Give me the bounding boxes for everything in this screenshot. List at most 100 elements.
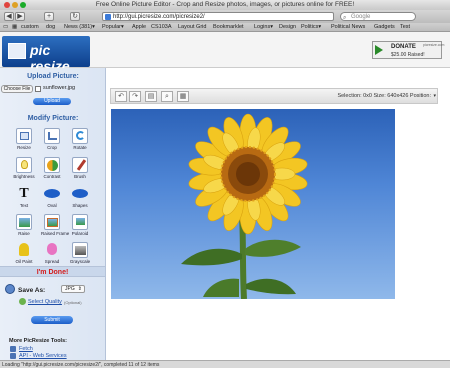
donate-widget[interactable]: DONATE picresize.com $25.00 Raised!: [372, 41, 445, 59]
bookmark-apple[interactable]: Apple: [132, 23, 146, 32]
zoom-icon[interactable]: ⌕: [161, 91, 173, 102]
format-select[interactable]: JPG ⇕: [61, 285, 85, 293]
selection-info: Selection: 0x0 Size: 640x426 Position:: [337, 93, 431, 99]
tool-contrast[interactable]: Contrast: [41, 157, 63, 183]
window-title: Free Online Picture Editor - Crop and Re…: [95, 1, 355, 8]
tools-sidebar: Upload Picture: Choose File sunflower.jp…: [0, 68, 106, 360]
close-window-button[interactable]: [4, 2, 10, 8]
tool-text[interactable]: T Text: [13, 186, 35, 212]
spread-icon: [44, 242, 60, 258]
tool-rotate[interactable]: Rotate: [69, 128, 91, 154]
forward-button[interactable]: ▶: [15, 12, 25, 21]
tool-brightness[interactable]: Brightness: [13, 157, 35, 183]
brush-icon: [72, 157, 88, 173]
contrast-icon: [44, 157, 60, 173]
oil-paint-icon: [16, 242, 32, 258]
bookmark-news[interactable]: News (381)▾: [64, 23, 95, 32]
image-toolbar: ↶ ↷ ▤ ⌕ ▦ Selection: 0x0 Size: 640x426 P…: [110, 88, 438, 104]
bookmark-bookmarklet[interactable]: Bookmarklet: [213, 23, 244, 32]
upload-button[interactable]: Upload: [33, 98, 71, 105]
donate-badge: picresize.com: [423, 43, 445, 47]
window-title-bar: Free Online Picture Editor - Crop and Re…: [0, 0, 450, 10]
api-icon: [10, 353, 16, 359]
fetch-link[interactable]: Fetch: [19, 346, 33, 352]
tool-shapes[interactable]: Shapes: [69, 186, 91, 212]
bookmark-political-news[interactable]: Political News: [331, 23, 365, 32]
search-input[interactable]: ⌕ Google: [340, 12, 416, 21]
bookmark-custom[interactable]: custom: [21, 23, 39, 32]
tool-grayscale[interactable]: Grayscale: [69, 242, 91, 268]
sunflower-photo[interactable]: [111, 109, 395, 299]
bookmark-layout-grid[interactable]: Layout Grid: [178, 23, 206, 32]
logo-picture-icon: [8, 43, 26, 59]
crop-icon: [44, 128, 60, 144]
select-quality-link[interactable]: Select Quality: [28, 299, 62, 305]
quality-icon: [19, 298, 26, 305]
minimize-window-button[interactable]: [12, 2, 18, 8]
raised-frame-icon: [44, 214, 60, 230]
save-as-label: Save As:: [18, 287, 46, 294]
grayscale-icon: [72, 242, 88, 258]
fetch-icon: [10, 346, 16, 352]
tool-resize[interactable]: Resize: [13, 128, 35, 154]
magnifier-icon: ⌕: [343, 15, 347, 21]
polaroid-icon: [72, 214, 88, 230]
bookmark-popular[interactable]: Popular▾: [102, 23, 124, 32]
oval-icon: [44, 186, 60, 202]
reload-button[interactable]: ↻: [70, 12, 80, 21]
done-title: I'm Done!: [0, 266, 105, 277]
redo-icon[interactable]: ↷: [129, 91, 141, 102]
optional-note: (Optional): [64, 300, 82, 305]
bookmark-cs103a[interactable]: CS103A: [151, 23, 172, 32]
picresize-logo[interactable]: pic resize: [2, 36, 90, 74]
bookmarks-grid-icon[interactable]: ▦: [12, 23, 17, 32]
raise-icon: [16, 214, 32, 230]
choose-file-button[interactable]: Choose File: [1, 85, 33, 93]
file-icon: [35, 86, 41, 92]
reading-list-icon[interactable]: ▭: [3, 23, 8, 32]
tool-polaroid[interactable]: Polaroid: [69, 214, 91, 240]
tool-spread[interactable]: Spread: [41, 242, 63, 268]
tool-raise[interactable]: Raise: [13, 214, 35, 240]
bookmark-test[interactable]: Test: [400, 23, 410, 32]
select-arrows-icon: ⇕: [77, 286, 82, 292]
bookmark-dog[interactable]: dog: [46, 23, 55, 32]
save-icon: [5, 284, 15, 294]
print-icon[interactable]: ▤: [145, 91, 157, 102]
color-picker-icon[interactable]: ▦: [177, 91, 189, 102]
url-field[interactable]: http://gui.picresize.com/picresize2/: [102, 12, 334, 21]
rotate-icon: [72, 128, 88, 144]
status-text: Loading "http://gui.picresize.com/picres…: [2, 362, 160, 368]
site-favicon-icon: [105, 14, 111, 20]
bookmark-logins[interactable]: Logins▾: [254, 23, 273, 32]
tool-raised-frame[interactable]: Raised Frame: [41, 214, 69, 240]
brightness-icon: [16, 157, 32, 173]
bookmark-gadgets[interactable]: Gadgets: [374, 23, 395, 32]
tool-oil-paint[interactable]: Oil Paint: [13, 242, 35, 268]
add-bookmark-button[interactable]: +: [44, 12, 54, 21]
tool-brush[interactable]: Brush: [69, 157, 91, 183]
position-dropdown-icon[interactable]: ▾: [433, 93, 436, 99]
bookmark-politics[interactable]: Politics▾: [301, 23, 321, 32]
upload-title: Upload Picture:: [27, 73, 79, 80]
donate-amount: $25.00 Raised!: [391, 52, 425, 58]
modify-title: Modify Picture:: [27, 115, 79, 122]
selected-file-name: sunflower.jpg: [43, 85, 76, 91]
back-button[interactable]: ◀: [4, 12, 14, 21]
undo-icon[interactable]: ↶: [115, 91, 127, 102]
zoom-window-button[interactable]: [20, 2, 26, 8]
text-icon: T: [19, 186, 29, 201]
status-bar: Loading "http://gui.picresize.com/picres…: [0, 360, 450, 368]
api-link[interactable]: API - Web Services: [19, 353, 67, 359]
submit-button[interactable]: Submit: [31, 316, 73, 324]
bookmark-design[interactable]: Design: [279, 23, 296, 32]
bookmarks-bar: ▭ ▦ custom dog News (381)▾ Popular▾ Appl…: [0, 23, 450, 32]
resize-icon: [16, 128, 32, 144]
play-arrow-icon: [375, 45, 383, 55]
tool-oval[interactable]: Oval: [41, 186, 63, 212]
sunflower-image: [181, 113, 308, 299]
donate-label: DONATE: [391, 44, 416, 50]
more-tools-title: More PicResize Tools:: [9, 338, 67, 344]
tool-crop[interactable]: Crop: [41, 128, 63, 154]
shapes-icon: [72, 186, 88, 202]
